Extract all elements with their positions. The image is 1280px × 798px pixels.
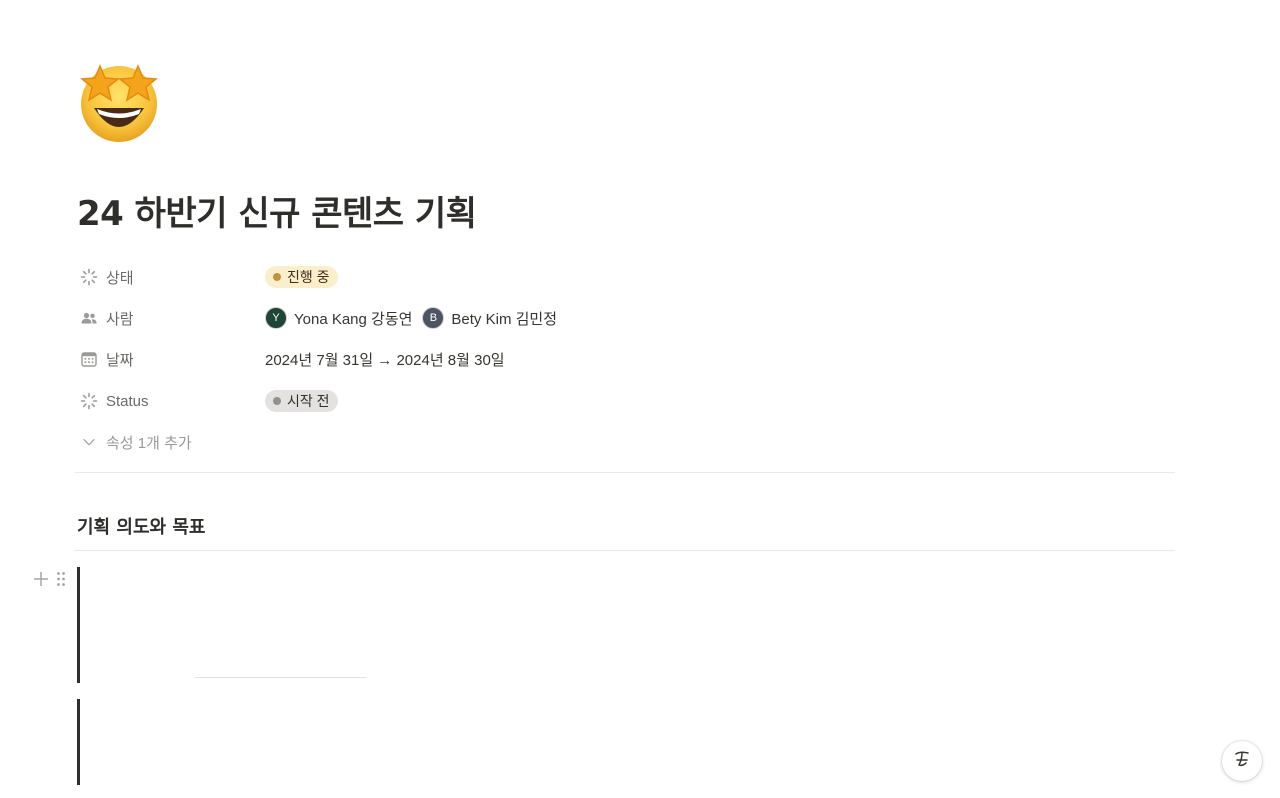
section-heading[interactable]: 기획 의도와 목표	[77, 513, 205, 539]
status-tag-not-started[interactable]: 시작 전	[265, 390, 338, 412]
property-row-people: 사람 Y Yona Kang 강동연 B Bety Kim 김민정	[80, 304, 567, 332]
person-chip[interactable]: B Bety Kim 김민정	[422, 307, 557, 329]
avatar: Y	[265, 307, 287, 329]
chevron-down-icon	[80, 433, 98, 451]
add-property-button[interactable]: 속성 1개 추가	[80, 428, 265, 456]
status-dot	[273, 273, 281, 281]
page-title[interactable]: 24 하반기 신규 콘텐츠 기획	[77, 186, 477, 235]
quote-block[interactable]	[77, 699, 80, 785]
calendar-icon	[80, 350, 98, 368]
date-range: 2024년 7월 31일 → 2024년 8월 30일	[265, 351, 505, 369]
property-value[interactable]: 진행 중	[265, 266, 338, 288]
heading-underline	[75, 550, 1175, 551]
property-label: Status	[106, 392, 149, 410]
status-label: 시작 전	[287, 393, 330, 409]
notion-page: 24 하반기 신규 콘텐츠 기획 상태 진행 중 사람 Y Yona Kang …	[0, 0, 1280, 798]
quote-block[interactable]	[77, 567, 80, 683]
property-label: 사람	[106, 310, 134, 328]
help-button[interactable]	[1222, 741, 1262, 781]
add-property-label: 속성 1개 추가	[106, 434, 192, 452]
add-property: 속성 1개 추가	[80, 432, 265, 453]
inner-divider	[195, 677, 367, 678]
status-dot	[273, 397, 281, 405]
star-struck-emoji-icon[interactable]	[76, 58, 162, 144]
property-label: 상태	[106, 269, 134, 287]
drag-handle-icon[interactable]	[55, 570, 67, 588]
property-name[interactable]: 날짜	[80, 349, 265, 370]
property-row-status: 상태 진행 중	[80, 263, 338, 291]
property-label: 날짜	[106, 351, 134, 369]
notion-help-icon	[1231, 748, 1253, 775]
people-icon	[80, 309, 98, 327]
block-controls	[32, 570, 67, 588]
avatar: B	[422, 307, 445, 329]
person-chip[interactable]: Y Yona Kang 강동연	[265, 307, 412, 329]
status-tag-in-progress[interactable]: 진행 중	[265, 266, 338, 288]
divider	[75, 472, 1175, 473]
status-spinner-icon	[80, 392, 98, 410]
status-spinner-icon	[80, 268, 98, 286]
property-value[interactable]: Y Yona Kang 강동연 B Bety Kim 김민정	[265, 307, 567, 329]
property-name[interactable]: 상태	[80, 267, 265, 288]
property-value[interactable]: 시작 전	[265, 390, 338, 412]
property-name[interactable]: 사람	[80, 308, 265, 329]
person-name: Bety Kim 김민정	[451, 310, 558, 328]
property-row-status-en: Status 시작 전	[80, 387, 338, 415]
plus-icon[interactable]	[32, 570, 50, 588]
person-name: Yona Kang 강동연	[294, 310, 413, 328]
status-label: 진행 중	[287, 269, 330, 285]
property-name[interactable]: Status	[80, 392, 265, 410]
property-value[interactable]: 2024년 7월 31일 → 2024년 8월 30일	[265, 349, 505, 370]
property-row-date: 날짜 2024년 7월 31일 → 2024년 8월 30일	[80, 345, 505, 373]
